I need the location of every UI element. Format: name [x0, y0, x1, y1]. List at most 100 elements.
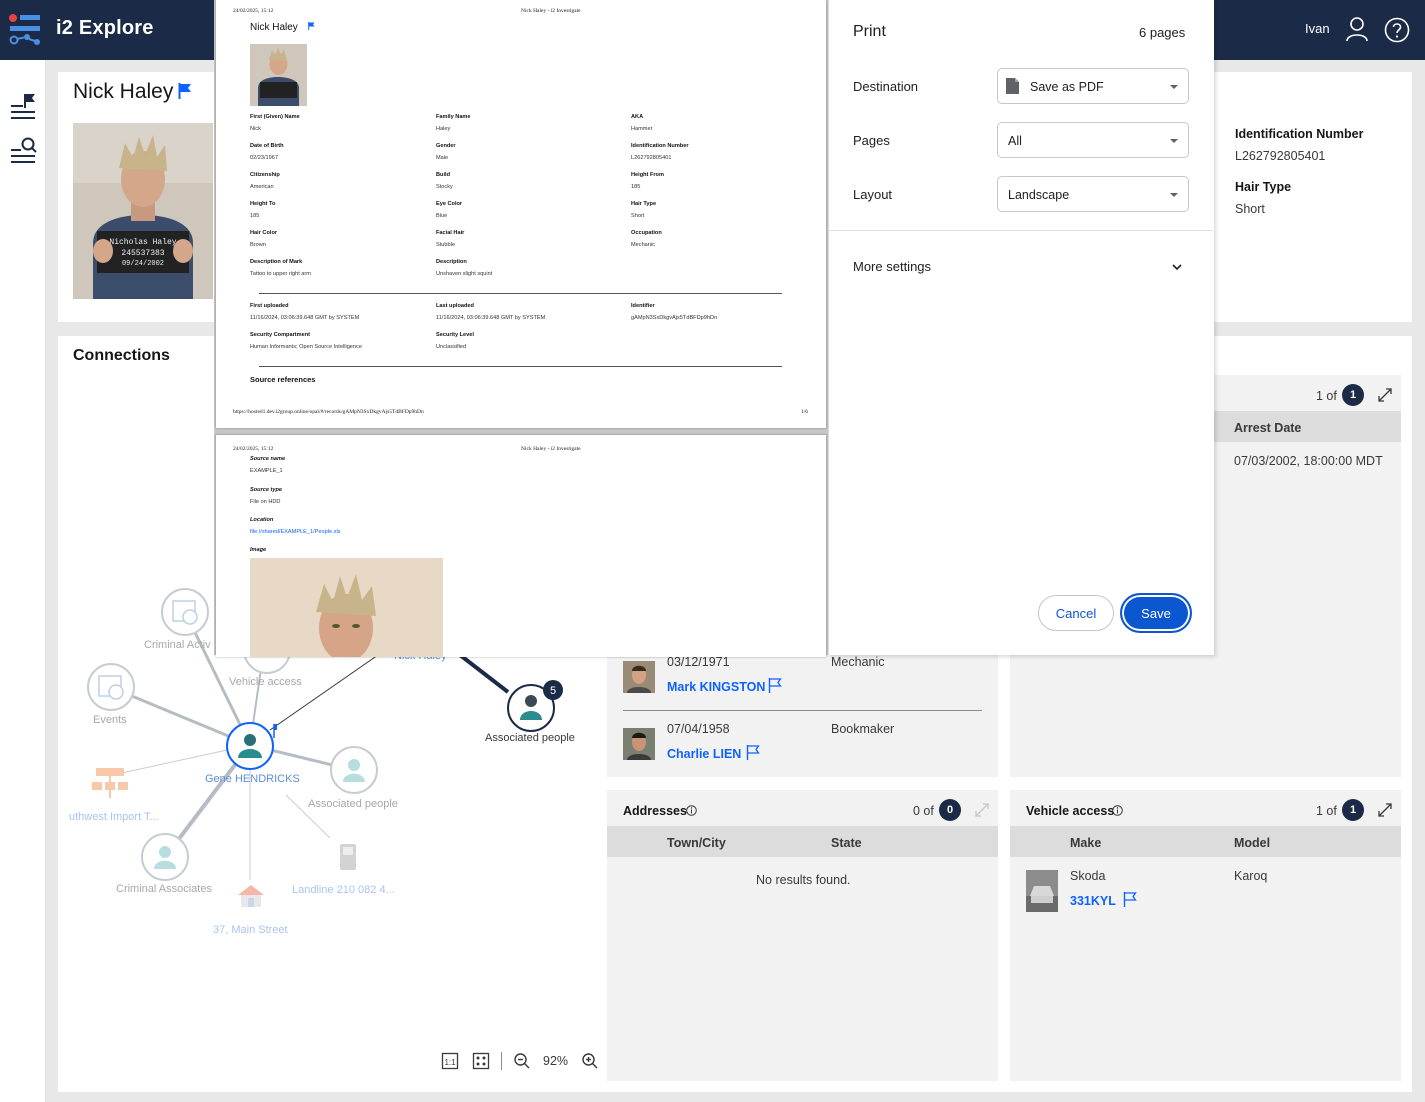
destination-label: Destination — [853, 79, 919, 94]
address-node-icon[interactable] — [236, 883, 266, 909]
search-list-icon[interactable] — [9, 136, 37, 164]
destination-value: Save as PDF — [1030, 80, 1104, 94]
preview-field-value: Brown — [250, 242, 266, 248]
expand-icon[interactable] — [974, 802, 990, 818]
preview-field-label: First (Given) Name — [250, 114, 300, 120]
make-column[interactable]: Make — [1070, 836, 1101, 850]
preview-source-name-label: Source name — [250, 456, 286, 462]
phone-node-icon[interactable] — [339, 843, 357, 871]
print-title: Print — [853, 23, 886, 40]
person-thumbnail[interactable] — [623, 661, 655, 693]
user-icon[interactable] — [1345, 16, 1369, 42]
associated-people-node-icon[interactable]: 5 — [505, 680, 565, 736]
addresses-column-header — [607, 826, 998, 857]
preview-meta-value: Human Informants; Open Source Intelligen… — [250, 344, 362, 350]
addresses-title: Addresses — [623, 804, 687, 818]
preview-meta-label: Identifier — [631, 303, 655, 309]
preview-field-label: Citizenship — [250, 172, 280, 178]
flag-icon[interactable] — [178, 83, 192, 99]
zoom-divider — [501, 1052, 502, 1070]
state-column[interactable]: State — [831, 836, 862, 850]
chevron-down-icon — [1170, 193, 1178, 197]
preview-source-references: Source references — [250, 375, 316, 384]
preview-field-value: L262792805401 — [631, 155, 672, 161]
flagged-list-icon[interactable] — [9, 92, 37, 120]
preview-field-value: Haley — [436, 126, 451, 132]
info-icon[interactable] — [686, 805, 697, 816]
placard-line-1: Nicholas Haley — [109, 238, 176, 247]
zoom-in-icon[interactable] — [581, 1052, 599, 1070]
help-icon[interactable] — [1384, 17, 1410, 43]
settings-divider — [829, 230, 1213, 231]
criminal-associates-node-icon[interactable] — [140, 832, 190, 882]
preview-meta-label: Security Compartment — [250, 332, 310, 338]
preview-location: file://shared/EXAMPLE_1/People.xls — [250, 529, 341, 535]
organization-node-icon[interactable] — [92, 768, 128, 800]
node-label-vehicle-access[interactable]: Vehicle access — [229, 676, 302, 688]
model-column[interactable]: Model — [1234, 836, 1270, 850]
town-city-column[interactable]: Town/City — [667, 836, 726, 850]
zoom-out-icon[interactable] — [513, 1052, 531, 1070]
vehicle-thumbnail[interactable] — [1026, 870, 1058, 912]
fit-to-screen-icon[interactable] — [472, 1052, 490, 1070]
preview-field-value: Blue — [436, 213, 448, 219]
preview-photo — [250, 44, 307, 106]
person-link-mark-kingston[interactable]: Mark KINGSTON — [667, 680, 765, 694]
preview-source-name: EXAMPLE_1 — [250, 468, 283, 474]
vehicle-plate-link[interactable]: 331KYL — [1070, 894, 1116, 908]
preview-source-type: File on HDD — [250, 499, 281, 505]
more-settings-toggle[interactable]: More settings — [853, 259, 931, 274]
preview-header-title: Nick Haley - i2 Investigate — [521, 8, 581, 14]
node-label-criminal-associates[interactable]: Criminal Associates — [116, 883, 212, 895]
zoom-level: 92% — [543, 1054, 569, 1068]
criminal-activity-node-icon[interactable] — [160, 587, 210, 637]
node-label-southwest-import[interactable]: uthwest Import T... — [69, 811, 159, 823]
flag-outline-icon[interactable] — [768, 678, 782, 693]
node-label-criminal-activity[interactable]: Criminal Activ — [144, 639, 211, 651]
node-label-associated-people[interactable]: Associated people — [485, 732, 575, 744]
node-label-associated-people-faint[interactable]: Associated people — [308, 798, 398, 810]
expand-icon[interactable] — [1377, 802, 1393, 818]
person-thumbnail[interactable] — [623, 728, 655, 760]
save-button[interactable]: Save — [1120, 593, 1192, 633]
preview-location-label: Location — [250, 517, 274, 523]
center-person-node-icon[interactable] — [225, 720, 277, 772]
preview-field-value: Stubble — [436, 242, 455, 248]
events-node-icon[interactable] — [86, 662, 136, 712]
node-label-main-street[interactable]: 37, Main Street — [213, 924, 288, 936]
preview-flag-icon — [308, 22, 315, 30]
print-pages-count: 6 pages — [1139, 25, 1186, 40]
chevron-down-icon[interactable] — [1171, 261, 1183, 273]
preview-field-label: Description of Mark — [250, 259, 303, 265]
svg-text:1:1: 1:1 — [444, 1058, 456, 1067]
node-label-events[interactable]: Events — [93, 714, 127, 726]
preview-field-value: Hammer — [631, 126, 653, 132]
preview-field-value: Unshaven slight squint — [436, 271, 493, 277]
preview-field-label: Build — [436, 172, 450, 178]
preview-divider — [259, 366, 782, 367]
info-icon[interactable] — [1112, 805, 1123, 816]
associated-people-faint-node-icon[interactable] — [329, 745, 379, 795]
node-label-landline[interactable]: Landline 210 082 4... — [292, 884, 395, 896]
preview-divider — [259, 293, 782, 294]
user-name[interactable]: Ivan — [1305, 21, 1330, 36]
person-link-charlie-lien[interactable]: Charlie LIEN — [667, 747, 741, 761]
cancel-button[interactable]: Cancel — [1038, 595, 1114, 631]
fit-one-to-one-icon[interactable]: 1:1 — [441, 1052, 459, 1070]
preview-name: Nick Haley — [250, 22, 298, 33]
flag-outline-icon[interactable] — [746, 745, 760, 760]
expand-icon[interactable] — [1377, 387, 1393, 403]
chevron-down-icon — [1170, 85, 1178, 89]
arrests-count-text: 1 of — [1316, 389, 1337, 403]
preview-field-value: 185 — [250, 213, 260, 219]
preview-field-label: Eye Color — [436, 201, 463, 207]
node-label-center[interactable]: Gene HENDRICKS — [205, 773, 300, 785]
layout-label: Layout — [853, 187, 893, 202]
preview-field-value: 02/23/1967 — [250, 155, 278, 161]
arrest-date-column[interactable]: Arrest Date — [1234, 421, 1301, 435]
preview-field-label: Identification Number — [631, 143, 689, 149]
pages-select[interactable] — [997, 122, 1189, 158]
flag-outline-icon[interactable] — [1123, 892, 1137, 907]
hair-type-label: Hair Type — [1235, 180, 1292, 194]
profile-photo: Nicholas Haley 245537383 09/24/2002 — [73, 123, 213, 299]
